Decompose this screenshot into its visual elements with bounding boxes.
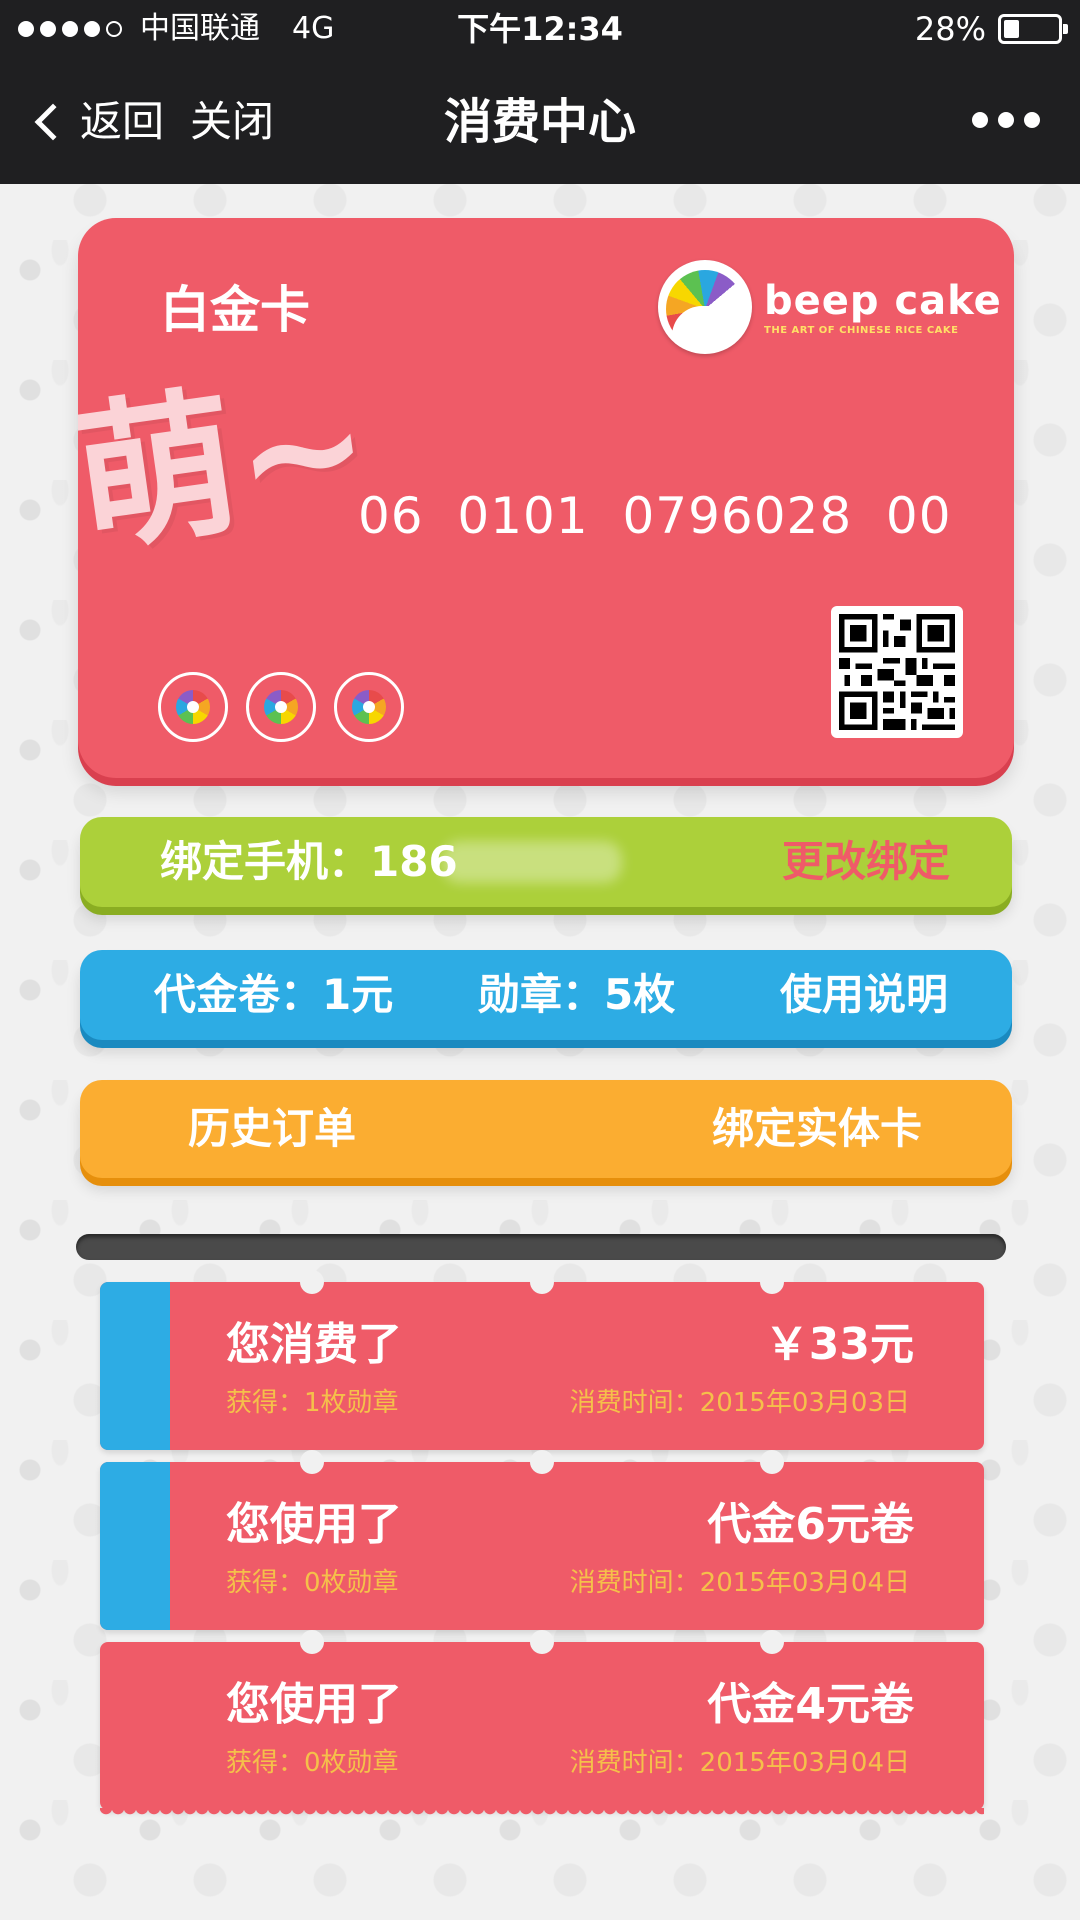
account-info-bar: 代金卷：1元 勋章：5枚 使用说明 — [80, 950, 1012, 1040]
ticket-title: 您消费了 — [226, 1319, 402, 1370]
ticket-hole — [300, 1450, 324, 1474]
ticket-time: 消费时间：2015年03月04日 — [569, 1748, 910, 1778]
badge-flower — [176, 690, 210, 724]
more-dot — [972, 112, 988, 128]
ticket-hole — [530, 1450, 554, 1474]
ticket-amount: ￥33元 — [764, 1319, 914, 1370]
badge-flower — [264, 690, 298, 724]
nav-bar: 返回 关闭 消费中心 — [0, 62, 1080, 184]
ticket-hole — [530, 1270, 554, 1294]
more-dot — [998, 112, 1014, 128]
ticket-hole — [760, 1270, 784, 1294]
ticket-medal-gain: 获得：0枚勋章 — [226, 1568, 399, 1598]
ticket-zigzag-edge — [100, 1808, 984, 1820]
phone-redaction — [442, 841, 622, 883]
ticket-amount: 代金4元卷 — [707, 1679, 914, 1730]
ticket-title: 您使用了 — [226, 1679, 402, 1730]
ticket-medal-gain: 获得：1枚勋章 — [226, 1388, 399, 1418]
ticket-hole — [530, 1630, 554, 1654]
ticket-hole — [760, 1450, 784, 1474]
moe-decoration: 萌~ — [78, 349, 382, 576]
voucher-balance[interactable]: 代金卷：1元 — [154, 950, 393, 1040]
battery-area: 28% — [914, 8, 1068, 50]
more-icon[interactable] — [972, 112, 1040, 128]
order-history-button[interactable]: 历史订单 — [188, 1080, 356, 1178]
bound-phone-label: 绑定手机：186 — [160, 837, 458, 886]
ticket-medal-gain: 获得：0枚勋章 — [226, 1748, 399, 1778]
transaction-ticket[interactable]: 您消费了 ￥33元 获得：1枚勋章 消费时间：2015年03月03日 — [100, 1270, 984, 1450]
ticket-hole — [300, 1270, 324, 1294]
ticket-title: 您使用了 — [226, 1499, 402, 1550]
rainbow-logo-icon — [658, 260, 752, 354]
ticket-hole — [760, 1630, 784, 1654]
more-dot — [1024, 112, 1040, 128]
transaction-ticket[interactable]: 您使用了 代金6元卷 获得：0枚勋章 消费时间：2015年03月04日 — [100, 1450, 984, 1630]
battery-icon — [998, 14, 1068, 44]
medal-count[interactable]: 勋章：5枚 — [478, 950, 675, 1040]
ticket-time: 消费时间：2015年03月03日 — [569, 1388, 910, 1418]
badge-icon — [158, 672, 228, 742]
beep-cake-logo: beep cake THE ART OF CHINESE RICE CAKE — [658, 260, 1002, 354]
badge-icon — [334, 672, 404, 742]
badge-icon — [246, 672, 316, 742]
ticket-amount: 代金6元卷 — [707, 1499, 914, 1550]
ticket-hole — [300, 1630, 324, 1654]
usage-instructions-button[interactable]: 使用说明 — [780, 950, 948, 1040]
ticket-stripe — [100, 1462, 170, 1630]
transaction-ticket[interactable]: 您使用了 代金4元卷 获得：0枚勋章 消费时间：2015年03月04日 — [100, 1630, 984, 1820]
logo-tagline: THE ART OF CHINESE RICE CAKE — [764, 324, 959, 336]
badge-flower — [352, 690, 386, 724]
change-binding-button[interactable]: 更改绑定 — [782, 817, 950, 907]
ticket-time: 消费时间：2015年03月04日 — [569, 1568, 910, 1598]
phone-binding-bar: 绑定手机：186 更改绑定 — [80, 817, 1012, 907]
battery-percent: 28% — [914, 10, 986, 48]
logo-name: beep cake — [764, 277, 1002, 324]
card-type-label: 白金卡 — [160, 281, 310, 339]
qr-code-icon[interactable] — [831, 606, 963, 738]
member-card[interactable]: 白金卡 beep cake THE ART OF CHINESE RICE CA… — [78, 218, 1014, 778]
battery-fill — [1004, 20, 1019, 38]
badge-list — [158, 672, 404, 742]
logo-text: beep cake THE ART OF CHINESE RICE CAKE — [764, 279, 1002, 336]
page-title: 消费中心 — [443, 94, 636, 150]
ticket-slot-divider — [76, 1234, 1006, 1260]
status-bar: 中国联通 4G 下午12:34 28% — [0, 0, 1080, 62]
orders-bar: 历史订单 绑定实体卡 — [80, 1080, 1012, 1178]
card-number: 06 0101 0796028 00 — [358, 487, 952, 545]
bind-physical-card-button[interactable]: 绑定实体卡 — [712, 1080, 922, 1178]
ticket-stripe — [100, 1282, 170, 1450]
